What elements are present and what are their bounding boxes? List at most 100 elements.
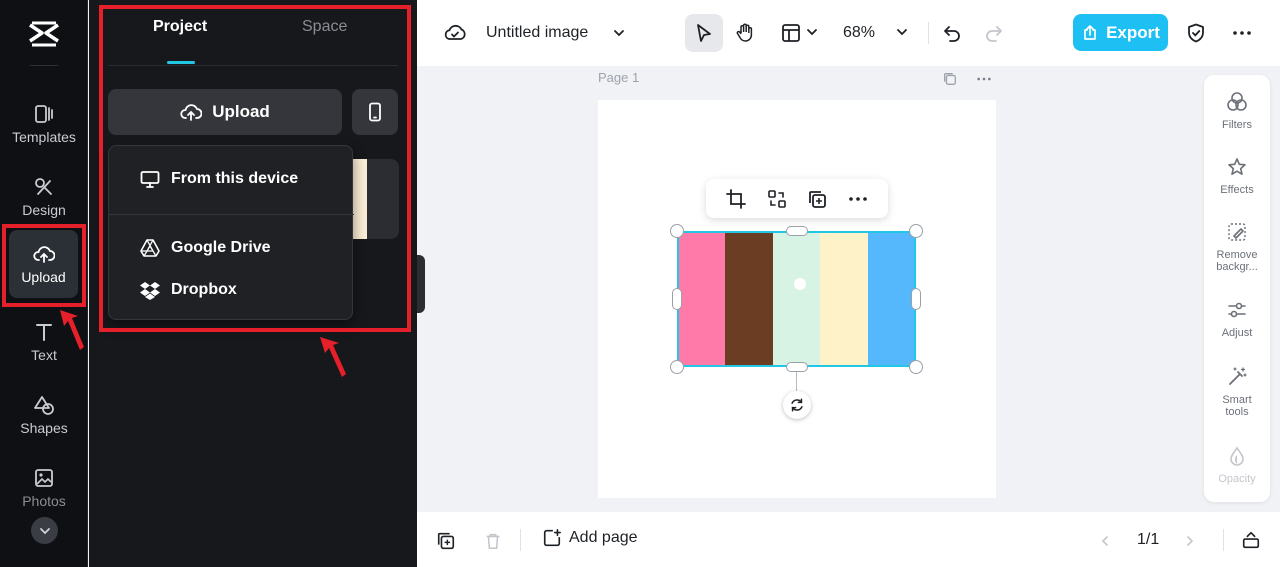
tool-label: Remove backgr... bbox=[1216, 249, 1258, 273]
trash-icon bbox=[486, 533, 500, 550]
photos-icon bbox=[35, 469, 53, 487]
resize-handle-bottom-right[interactable] bbox=[909, 360, 923, 374]
bottom-bar: Add page 1/1 bbox=[417, 512, 1280, 567]
more-options-button[interactable] bbox=[1230, 21, 1254, 45]
opacity-drop-icon bbox=[1230, 446, 1244, 466]
tool-effects[interactable]: Effects bbox=[1204, 156, 1270, 196]
duplicate-icon bbox=[437, 532, 455, 550]
resize-handle-top-left[interactable] bbox=[670, 224, 684, 238]
rail-item-photos[interactable]: Photos bbox=[0, 456, 88, 520]
redo-button[interactable] bbox=[982, 21, 1006, 45]
zoom-level[interactable]: 68% bbox=[843, 24, 875, 42]
tool-smart-tools[interactable]: Smart tools bbox=[1204, 366, 1270, 418]
page-counter: 1/1 bbox=[1137, 531, 1160, 548]
capcut-logo-icon[interactable] bbox=[28, 19, 60, 49]
rail-label: Text bbox=[31, 347, 57, 363]
chevron-right-icon bbox=[1187, 536, 1194, 546]
expand-pages-icon bbox=[1242, 531, 1260, 549]
templates-icon bbox=[35, 105, 53, 123]
tool-label: Opacity bbox=[1218, 473, 1256, 485]
rotate-button[interactable] bbox=[783, 391, 811, 419]
resize-handle-top[interactable] bbox=[786, 226, 808, 236]
export-button[interactable]: Export bbox=[1073, 14, 1168, 51]
add-page-label: Add page bbox=[569, 529, 638, 546]
export-label: Export bbox=[1106, 22, 1160, 42]
replace-icon[interactable] bbox=[766, 188, 788, 210]
hand-tool-button[interactable] bbox=[726, 14, 764, 52]
rail-divider bbox=[30, 65, 58, 66]
redo-icon bbox=[986, 26, 1002, 42]
selection-outline bbox=[677, 231, 916, 367]
annotation-box-upload bbox=[2, 224, 86, 307]
element-toolbar bbox=[706, 179, 888, 218]
duplicate-page-button[interactable] bbox=[941, 70, 959, 88]
tool-label: Filters bbox=[1222, 119, 1252, 131]
select-tool-button[interactable] bbox=[685, 14, 723, 52]
chevron-down-icon bbox=[39, 527, 50, 534]
tool-adjust[interactable]: Adjust bbox=[1204, 299, 1270, 339]
filters-icon bbox=[1227, 92, 1247, 111]
resize-handle-bottom[interactable] bbox=[786, 362, 808, 372]
page-label: Page 1 bbox=[598, 70, 640, 85]
page-more-button[interactable] bbox=[975, 70, 993, 88]
annotation-arrow-icon bbox=[320, 337, 346, 377]
adjust-sliders-icon bbox=[1228, 302, 1246, 318]
add-page-icon bbox=[543, 529, 561, 547]
tool-filters[interactable]: Filters bbox=[1204, 91, 1270, 131]
cloud-sync-icon[interactable] bbox=[443, 21, 467, 45]
magic-wand-icon bbox=[1229, 367, 1247, 385]
rail-label: Design bbox=[22, 202, 66, 218]
layout-chevron-icon[interactable] bbox=[805, 25, 819, 39]
image-center-dot bbox=[794, 278, 806, 290]
toolbar-divider bbox=[928, 22, 929, 44]
rail-item-design[interactable]: Design bbox=[0, 165, 88, 229]
rotate-icon bbox=[791, 398, 803, 412]
rail-item-templates[interactable]: Templates bbox=[0, 92, 88, 156]
rail-more-button[interactable] bbox=[31, 517, 58, 544]
resize-handle-bottom-left[interactable] bbox=[670, 360, 684, 374]
annotation-arrow-icon bbox=[60, 310, 84, 350]
zoom-chevron-icon[interactable] bbox=[895, 25, 909, 39]
document-title[interactable]: Untitled image bbox=[486, 24, 588, 42]
shapes-icon bbox=[34, 396, 54, 415]
more-horizontal-icon[interactable] bbox=[847, 188, 869, 210]
rail-label: Photos bbox=[22, 493, 66, 509]
tool-label: Effects bbox=[1220, 184, 1254, 196]
shield-check-button[interactable] bbox=[1184, 21, 1208, 45]
bottombar-divider bbox=[1223, 529, 1224, 551]
design-icon bbox=[35, 178, 52, 195]
resize-handle-right[interactable] bbox=[911, 288, 921, 310]
rail-label: Shapes bbox=[20, 420, 68, 436]
bottombar-divider bbox=[520, 529, 521, 551]
resize-handle-top-right[interactable] bbox=[909, 224, 923, 238]
export-icon bbox=[1084, 24, 1096, 40]
title-menu-chevron-icon[interactable] bbox=[610, 24, 628, 42]
remove-background-icon bbox=[1228, 223, 1246, 241]
resize-handle-left[interactable] bbox=[672, 288, 682, 310]
rail-label: Templates bbox=[12, 129, 76, 145]
duplicate-icon[interactable] bbox=[806, 188, 828, 210]
hand-icon bbox=[736, 23, 753, 42]
rail-item-shapes[interactable]: Shapes bbox=[0, 383, 88, 447]
effects-star-icon bbox=[1228, 158, 1246, 175]
tool-opacity[interactable]: Opacity bbox=[1204, 445, 1270, 485]
undo-icon bbox=[944, 26, 960, 42]
crop-icon[interactable] bbox=[725, 188, 747, 210]
text-icon bbox=[36, 324, 52, 341]
duplicate-icon bbox=[944, 73, 956, 85]
right-tool-rail: Filters Effects Remove backgr... Adjust … bbox=[1204, 75, 1270, 502]
next-page-button[interactable] bbox=[1181, 532, 1199, 550]
prev-page-button[interactable] bbox=[1096, 532, 1114, 550]
tool-label: Smart tools bbox=[1222, 394, 1252, 418]
page-manager-button[interactable] bbox=[1240, 529, 1262, 551]
delete-button[interactable] bbox=[482, 530, 504, 552]
more-horizontal-icon bbox=[977, 77, 991, 81]
layout-button[interactable] bbox=[779, 21, 803, 45]
annotation-box-panel bbox=[99, 5, 411, 332]
duplicate-element-button[interactable] bbox=[435, 530, 457, 552]
add-page-button[interactable]: Add page bbox=[542, 528, 638, 548]
chevron-left-icon bbox=[1101, 536, 1108, 546]
undo-button[interactable] bbox=[940, 21, 964, 45]
tool-remove-background[interactable]: Remove backgr... bbox=[1204, 221, 1270, 273]
panel-collapse-handle[interactable] bbox=[417, 255, 425, 313]
